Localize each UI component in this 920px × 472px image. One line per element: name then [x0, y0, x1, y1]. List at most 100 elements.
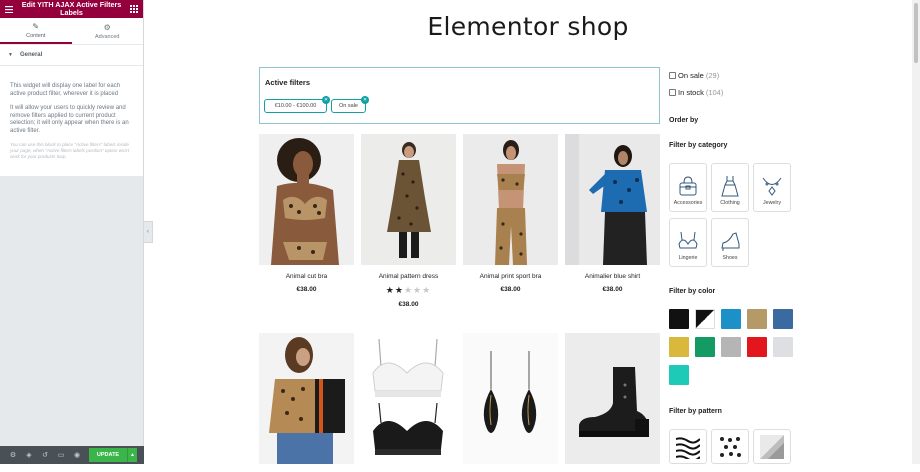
category-label: Accessories	[674, 200, 703, 206]
product-card[interactable]: Animal cut bra €38.00	[259, 134, 354, 293]
active-filters-heading: Active filters	[265, 78, 654, 87]
pattern-geometric[interactable]	[753, 429, 791, 464]
color-swatch-gray[interactable]	[721, 337, 741, 357]
product-rating: ★★★★★	[361, 285, 456, 295]
widgets-grid-icon[interactable]	[125, 0, 143, 18]
color-filter-heading: Filter by color	[669, 288, 715, 295]
product-card[interactable]	[463, 333, 558, 472]
pattern-filter-heading: Filter by pattern	[669, 408, 722, 415]
necklace-icon	[761, 175, 783, 197]
product-image[interactable]	[565, 134, 660, 265]
active-filter-on-sale[interactable]: On sale ✕	[331, 99, 366, 113]
product-image[interactable]	[565, 333, 660, 464]
tab-advanced-label: Advanced	[95, 34, 119, 40]
color-swatch-denim[interactable]	[773, 309, 793, 329]
update-button[interactable]: UPDATE	[89, 448, 127, 462]
bra-icon	[677, 230, 699, 252]
caret-down-icon: ▼	[8, 52, 13, 58]
active-filter-price-label: €10.00 - €100.00	[275, 103, 317, 109]
product-price: €38.00	[565, 286, 660, 293]
pattern-leopard[interactable]	[711, 429, 749, 464]
product-image[interactable]	[259, 134, 354, 265]
color-swatch-light-gray[interactable]	[773, 337, 793, 357]
in-stock-count: (104)	[706, 88, 724, 97]
product-name[interactable]: Animal print sport bra	[463, 273, 558, 280]
color-swatch-black[interactable]	[669, 309, 689, 329]
filters-sidebar: On sale (29) In stock (104)	[669, 69, 809, 103]
leopard-pattern-icon	[718, 435, 742, 459]
color-swatch-red[interactable]	[747, 337, 767, 357]
product-name[interactable]: Animal pattern dress	[361, 273, 456, 280]
eye-icon[interactable]: ◉	[69, 446, 85, 464]
product-image[interactable]	[361, 333, 456, 464]
product-card[interactable]: Animal pattern dress ★★★★★ €38.00	[361, 134, 456, 308]
color-swatch-black-white[interactable]	[695, 309, 715, 329]
color-swatch-blue[interactable]	[721, 309, 741, 329]
product-image[interactable]	[463, 333, 558, 464]
order-by-heading[interactable]: Order by	[669, 117, 698, 124]
history-icon[interactable]: ↺	[37, 446, 53, 464]
product-card[interactable]: Animal print sport bra €38.00	[463, 134, 558, 293]
settings-gear-icon[interactable]: ⚙	[5, 446, 21, 464]
star-icon: ★	[386, 285, 395, 295]
category-accessories[interactable]: Accessories	[669, 163, 707, 212]
update-options-caret-icon[interactable]: ▲	[127, 448, 137, 462]
product-image[interactable]	[259, 333, 354, 464]
product-card[interactable]: Animalier blue shirt €38.00	[565, 134, 660, 293]
page-scrollbar[interactable]	[912, 0, 920, 464]
active-filter-on-sale-label: On sale	[339, 103, 358, 109]
menu-icon[interactable]	[0, 0, 18, 18]
star-icon: ★	[395, 285, 404, 295]
dress-icon	[719, 175, 741, 197]
color-swatch-turquoise[interactable]	[669, 365, 689, 385]
zebra-pattern-icon	[676, 435, 700, 459]
category-label: Lingerie	[679, 255, 698, 261]
responsive-icon[interactable]: ▭	[53, 446, 69, 464]
category-clothing[interactable]: Clothing	[711, 163, 749, 212]
panel-empty-area	[0, 176, 143, 446]
category-label: Jewelry	[763, 200, 781, 206]
product-image[interactable]	[361, 134, 456, 265]
remove-filter-icon[interactable]: ✕	[361, 96, 369, 104]
product-name[interactable]: Animalier blue shirt	[565, 273, 660, 280]
on-sale-label: On sale	[678, 71, 704, 80]
color-swatch-green[interactable]	[695, 337, 715, 357]
color-swatch-yellow[interactable]	[669, 337, 689, 357]
product-price: €38.00	[463, 286, 558, 293]
star-icon: ★	[413, 285, 422, 295]
widget-description: This widget will display one label for e…	[0, 66, 143, 160]
category-shoes[interactable]: Shoes	[711, 218, 749, 267]
filter-in-stock[interactable]: In stock (104)	[669, 86, 809, 98]
product-name[interactable]: Animal cut bra	[259, 273, 354, 280]
pencil-icon: ✎	[32, 22, 39, 31]
product-card[interactable]	[565, 333, 660, 472]
filter-on-sale[interactable]: On sale (29)	[669, 69, 809, 81]
remove-filter-icon[interactable]: ✕	[322, 96, 330, 104]
panel-header: Edit YITH AJAX Active Filters Labels	[0, 0, 143, 18]
star-icon: ★	[422, 285, 431, 295]
category-filter-heading: Filter by category	[669, 142, 727, 149]
panel-footer: ⚙ ◈ ↺ ▭ ◉ UPDATE ▲	[0, 446, 144, 464]
description-note: You can use this block to place "Active …	[10, 142, 133, 160]
description-text-1: This widget will display one label for e…	[10, 83, 133, 98]
active-filters-widget: Active filters €10.00 - €100.00 ✕ On sal…	[259, 67, 660, 124]
gear-icon: ⚙	[104, 23, 111, 32]
active-filter-price[interactable]: €10.00 - €100.00 ✕	[264, 99, 327, 113]
section-general[interactable]: ▼ General	[0, 45, 143, 66]
pattern-zebra[interactable]	[669, 429, 707, 464]
tab-advanced[interactable]: ⚙ Advanced	[72, 18, 144, 44]
product-card[interactable]	[361, 333, 456, 472]
tab-content[interactable]: ✎ Content	[0, 18, 72, 44]
category-lingerie[interactable]: Lingerie	[669, 218, 707, 267]
category-label: Clothing	[720, 200, 739, 206]
category-jewelry[interactable]: Jewelry	[753, 163, 791, 212]
layers-icon[interactable]: ◈	[21, 446, 37, 464]
collapse-panel-handle[interactable]: ‹	[144, 221, 153, 243]
page-title: Elementor shop	[260, 12, 796, 41]
on-sale-checkbox[interactable]	[669, 72, 676, 79]
product-image[interactable]	[463, 134, 558, 265]
in-stock-checkbox[interactable]	[669, 89, 676, 96]
product-card[interactable]	[259, 333, 354, 472]
color-swatch-beige[interactable]	[747, 309, 767, 329]
scrollbar-thumb[interactable]	[914, 3, 918, 63]
